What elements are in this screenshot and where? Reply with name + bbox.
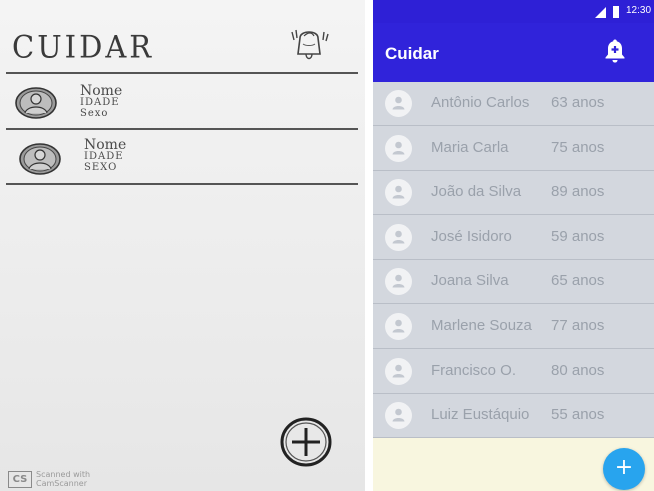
sketch-avatar-icon [15, 87, 57, 119]
person-avatar-icon [385, 179, 412, 206]
sketch-avatar-icon [19, 143, 61, 175]
sketch-nome: Nome [80, 83, 123, 99]
paper-sketch: CUIDAR Nome IDADE Sexo Nome IDADE SEXO C… [0, 0, 365, 491]
patient-name: Maria Carla [431, 139, 509, 156]
sketch-row-text: Nome IDADE SEXO [84, 137, 127, 173]
person-avatar-icon [385, 358, 412, 385]
phone-screen: 12:30 Cuidar Antônio Carlos 63 anos Maria … [373, 0, 654, 491]
patient-list-item[interactable]: José Isidoro 59 anos [373, 216, 654, 260]
list-divider [373, 125, 654, 126]
patient-age: 55 anos [551, 406, 605, 423]
patient-name: Luiz Eustáquio [431, 406, 530, 423]
sketch-divider [6, 183, 358, 185]
list-divider [373, 303, 654, 304]
patient-name: José Isidoro [431, 228, 512, 245]
patient-age: 89 anos [551, 183, 605, 200]
patient-list-item[interactable]: João da Silva 89 anos [373, 171, 654, 215]
list-divider [373, 348, 654, 349]
person-avatar-icon [385, 224, 412, 251]
camscanner-line1: Scanned with [36, 470, 91, 479]
person-avatar-icon [385, 313, 412, 340]
patient-name: Joana Silva [431, 272, 509, 289]
patient-list-item[interactable]: Marlene Souza 77 anos [373, 305, 654, 349]
camscanner-logo: CS [8, 470, 32, 488]
patient-age: 80 anos [551, 362, 605, 379]
patient-age: 75 anos [551, 139, 605, 156]
patient-list: Antônio Carlos 63 anos Maria Carla 75 anos J… [373, 82, 654, 438]
app-title: Cuidar [385, 44, 439, 63]
app-bar: Cuidar [373, 23, 654, 82]
patient-list-item[interactable]: Luiz Eustáquio 55 anos [373, 394, 654, 438]
battery-icon [613, 6, 619, 18]
patient-age: 63 anos [551, 94, 605, 111]
camscanner-watermark: CS Scanned with CamScanner [8, 470, 90, 488]
patient-list-item[interactable]: Maria Carla 75 anos [373, 127, 654, 171]
patient-name: João da Silva [431, 183, 522, 200]
patient-age: 65 anos [551, 272, 605, 289]
patient-age: 59 anos [551, 228, 605, 245]
sketch-add-icon [280, 417, 332, 467]
patient-age: 77 anos [551, 317, 605, 334]
camscanner-line2: CamScanner [36, 479, 88, 488]
patient-list-item[interactable]: Francisco O. 80 anos [373, 350, 654, 394]
sketch-title: CUIDAR [12, 29, 155, 65]
sketch-divider [6, 72, 358, 74]
person-avatar-icon [385, 402, 412, 429]
patient-list-item[interactable]: Antônio Carlos 63 anos [373, 82, 654, 126]
person-avatar-icon [385, 90, 412, 117]
patient-name: Marlene Souza [431, 317, 532, 334]
sketch-idade: IDADE [84, 151, 124, 162]
patient-name: Antônio Carlos [431, 94, 530, 111]
list-divider [373, 214, 654, 215]
sketch-bell-icon [291, 29, 329, 60]
sketch-idade: IDADE [80, 97, 120, 108]
sketch-row-text: Nome IDADE Sexo [80, 83, 123, 119]
sketch-sexo: Sexo [80, 108, 109, 119]
sketch-divider [6, 128, 358, 130]
person-avatar-icon [385, 268, 412, 295]
status-bar: 12:30 [373, 0, 654, 23]
person-avatar-icon [385, 135, 412, 162]
signal-icon [595, 7, 606, 18]
status-time: 12:30 [626, 5, 652, 16]
plus-icon: + [614, 455, 634, 480]
sketch-sexo: SEXO [84, 162, 118, 173]
patient-name: Francisco O. [431, 362, 517, 379]
sketch-nome: Nome [84, 137, 127, 153]
bell-plus-icon[interactable] [604, 38, 626, 64]
list-divider [373, 437, 654, 438]
patient-list-item[interactable]: Joana Silva 65 anos [373, 260, 654, 304]
add-patient-button[interactable]: + [603, 448, 645, 490]
